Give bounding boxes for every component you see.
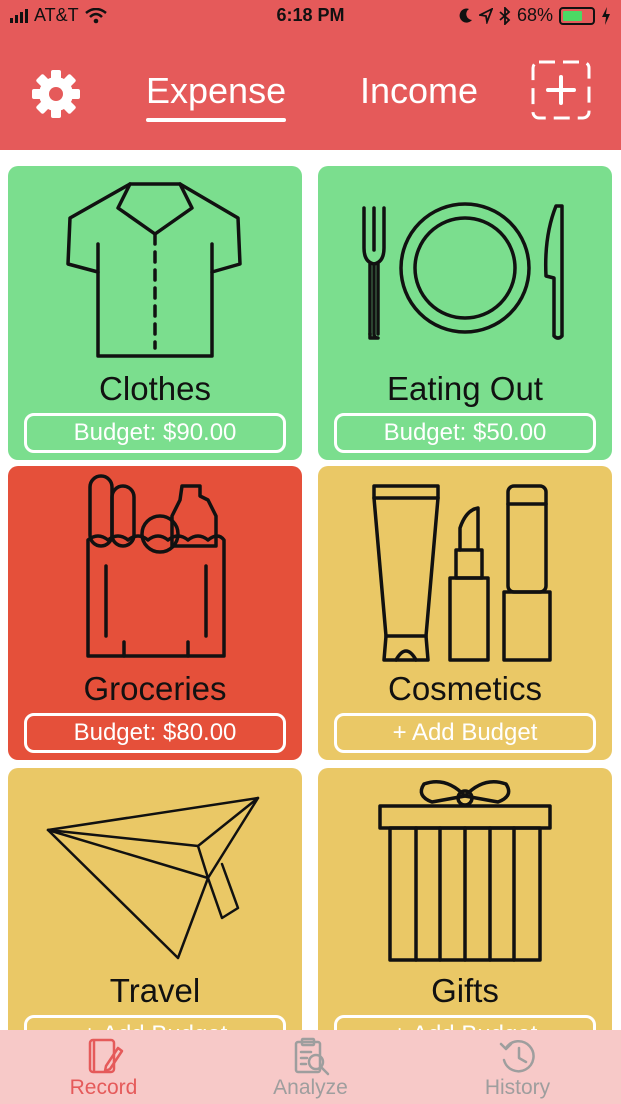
cosmetics-icon	[372, 484, 552, 662]
charging-icon	[602, 6, 610, 25]
history-icon	[499, 1040, 535, 1073]
analyze-icon	[294, 1037, 330, 1076]
tabbar-label: Record	[69, 1076, 138, 1099]
app-header: Expense Income	[0, 32, 621, 150]
plate-cutlery-icon	[362, 202, 564, 340]
tabbar-item-analyze[interactable]: Analyze	[207, 1030, 414, 1104]
tabbar-item-history[interactable]: History	[414, 1030, 621, 1104]
paper-plane-icon	[46, 796, 260, 960]
category-card-gifts[interactable]: Gifts + Add Budget	[318, 768, 612, 1030]
record-icon	[88, 1038, 124, 1074]
category-name: Travel	[109, 972, 201, 1009]
tab-income[interactable]: Income	[360, 70, 478, 112]
budget-button[interactable]: + Add Budget	[334, 1015, 596, 1030]
category-card-groceries[interactable]: Groceries Budget: $80.00	[8, 466, 302, 760]
tabbar-label: Analyze	[273, 1076, 348, 1099]
category-card-clothes[interactable]: Clothes Budget: $90.00	[8, 166, 302, 460]
settings-gear-icon[interactable]	[30, 68, 82, 120]
add-category-button[interactable]	[531, 60, 591, 120]
grocery-bag-icon	[86, 474, 226, 658]
budget-button[interactable]: Budget: $90.00	[24, 413, 286, 453]
budget-button[interactable]: + Add Budget	[334, 713, 596, 753]
tabbar-label: History	[484, 1076, 551, 1099]
moon-icon	[459, 8, 472, 23]
category-name: Groceries	[83, 670, 227, 707]
category-grid: Clothes Budget: $90.00 Eating Out Budget…	[0, 150, 621, 1030]
category-card-cosmetics[interactable]: Cosmetics + Add Budget	[318, 466, 612, 760]
bottom-tab-bar: Record Analyze History	[0, 1030, 621, 1104]
location-icon	[478, 7, 493, 24]
category-name: Clothes	[99, 370, 211, 407]
active-tab-indicator	[146, 118, 287, 122]
gift-box-icon	[378, 780, 552, 962]
category-name: Cosmetics	[387, 670, 543, 707]
category-card-eating-out[interactable]: Eating Out Budget: $50.00	[318, 166, 612, 460]
status-right: 68%	[459, 5, 611, 26]
tab-expense[interactable]: Expense	[146, 70, 287, 122]
battery-icon	[559, 6, 595, 25]
tab-expense-label: Expense	[146, 70, 287, 111]
category-name: Gifts	[431, 972, 499, 1009]
category-card-travel[interactable]: Travel + Add Budget	[8, 768, 302, 1030]
tabbar-item-record[interactable]: Record	[0, 1030, 207, 1104]
battery-percent: 68%	[516, 5, 553, 25]
budget-button[interactable]: Budget: $50.00	[334, 413, 596, 453]
tab-income-label: Income	[360, 70, 479, 111]
budget-button[interactable]: + Add Budget	[24, 1015, 286, 1030]
shirt-icon	[66, 182, 242, 358]
bluetooth-icon	[499, 6, 511, 25]
category-name: Eating Out	[387, 370, 543, 407]
budget-button[interactable]: Budget: $80.00	[24, 713, 286, 753]
status-bar: AT&T 6:18 PM 68%	[0, 0, 621, 32]
